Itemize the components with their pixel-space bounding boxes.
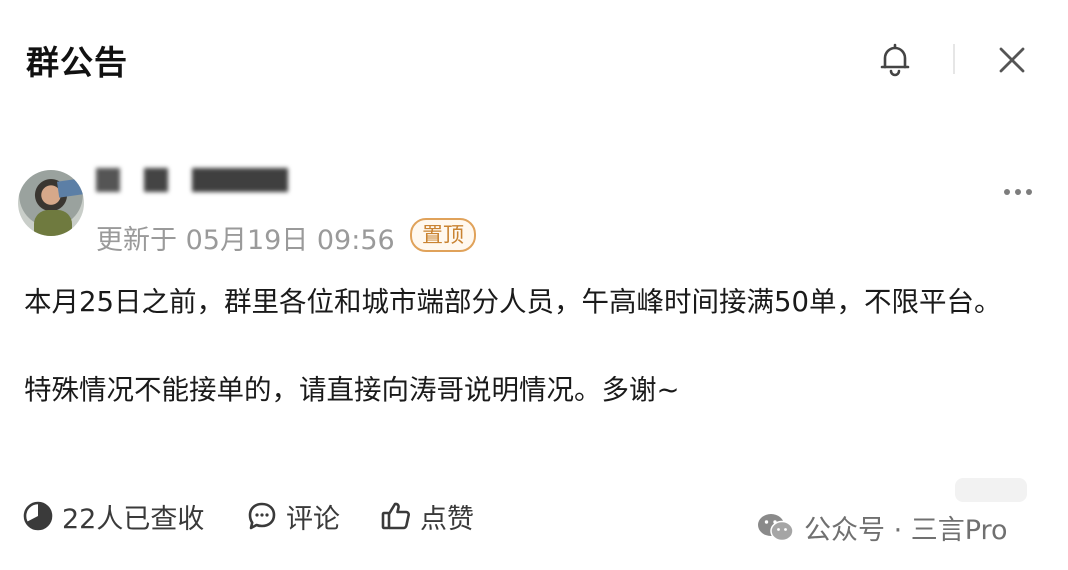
post-updated-time: 更新于 05月19日 09:56 — [96, 225, 395, 256]
thumbs-up-icon — [381, 502, 410, 530]
close-icon[interactable] — [996, 44, 1028, 76]
like-button[interactable]: 点赞 — [380, 496, 474, 536]
user-avatar[interactable] — [18, 170, 84, 236]
read-count-button[interactable]: 22人已查收 — [22, 496, 204, 536]
avatar-background-sign — [57, 178, 83, 198]
comment-label: 评论 — [286, 503, 340, 535]
redacted-username-part — [144, 168, 168, 192]
page-title: 群公告 — [26, 43, 128, 82]
announcement-header: 群公告 — [0, 0, 1068, 120]
redacted-username-part — [192, 168, 288, 192]
avatar-shirt — [34, 210, 72, 236]
watermark-text: 公众号 · 三言Pro — [804, 515, 1008, 546]
bell-icon[interactable] — [876, 40, 914, 78]
like-label: 点赞 — [420, 503, 474, 535]
comment-button[interactable]: 评论 — [246, 496, 340, 536]
faint-overlay — [955, 478, 1027, 502]
announcement-content: 本月25日之前，群里各位和城市端部分人员，午高峰时间接满50单，不限平台。 特殊… — [24, 280, 1034, 412]
wechat-icon — [758, 513, 794, 541]
header-divider — [953, 44, 955, 74]
redacted-username-part — [96, 168, 120, 192]
announcement-paragraph: 特殊情况不能接单的，请直接向涛哥说明情况。多谢~ — [24, 374, 680, 406]
comment-bubble-icon — [248, 502, 276, 530]
pinned-badge: 置顶 — [410, 218, 476, 252]
pie-progress-icon — [23, 501, 53, 531]
announcement-paragraph: 本月25日之前，群里各位和城市端部分人员，午高峰时间接满50单，不限平台。 — [24, 286, 1002, 318]
watermark: 公众号 · 三言Pro — [756, 508, 1008, 547]
more-dots-icon[interactable] — [1004, 180, 1040, 195]
read-count-label: 22人已查收 — [62, 503, 205, 535]
